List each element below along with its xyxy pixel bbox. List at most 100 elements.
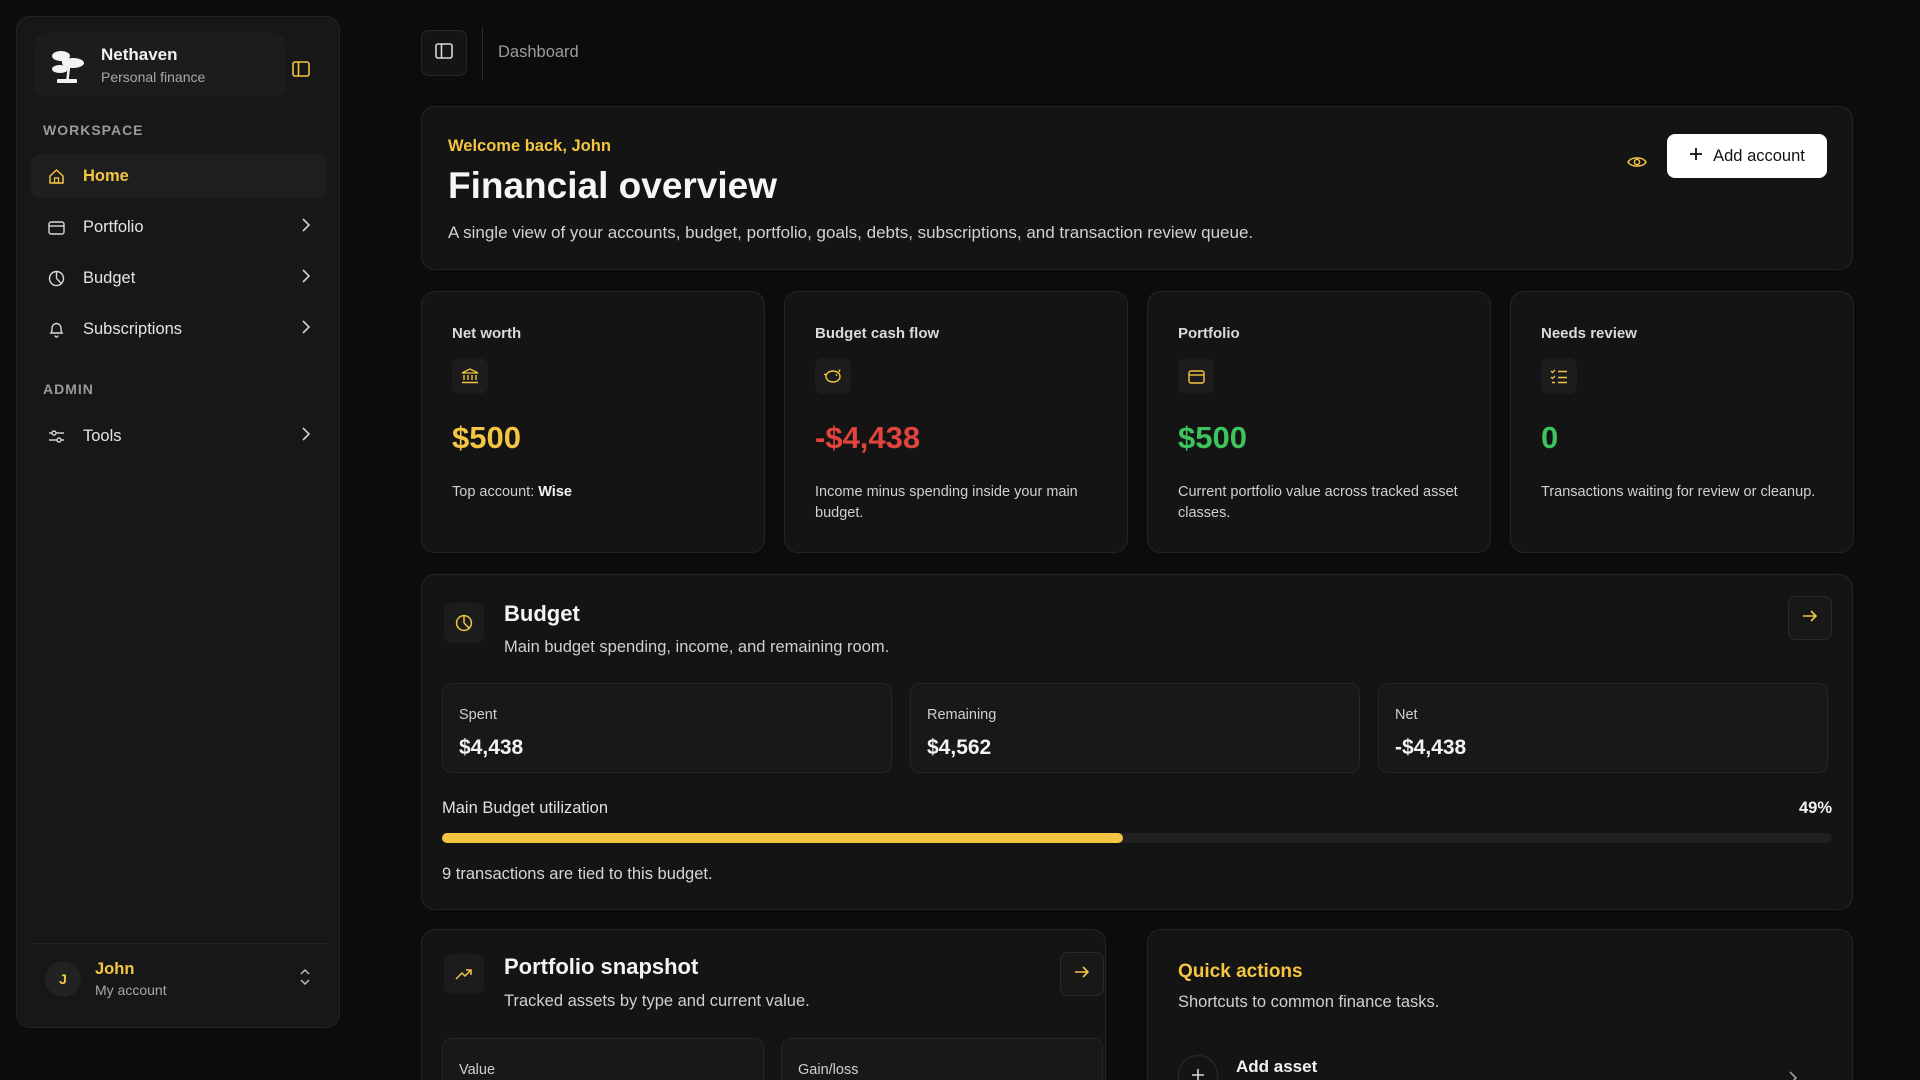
budget-spent-tile: Spent $4,438 — [442, 683, 892, 773]
net-label: Net — [1395, 707, 1418, 723]
quick-action-add-asset[interactable]: Add asset — [1178, 1030, 1828, 1080]
stat-card-portfolio: Portfolio $500 Current portfolio value a… — [1147, 291, 1491, 553]
remaining-value: $4,562 — [927, 736, 992, 759]
open-budget-button[interactable] — [1788, 596, 1832, 640]
chevron-right-icon — [1788, 1070, 1798, 1080]
sidebar-item-label: Portfolio — [83, 217, 144, 236]
add-account-label: Add account — [1713, 146, 1805, 165]
sidebar-item-label: Budget — [83, 268, 136, 287]
pie-chart-icon — [47, 269, 65, 287]
checklist-icon — [1541, 358, 1577, 394]
utilization-progress-bar — [442, 833, 1832, 843]
add-account-button[interactable]: Add account — [1667, 134, 1827, 178]
panel-left-icon — [435, 42, 453, 64]
topbar-divider — [482, 26, 483, 80]
chevron-right-icon — [301, 319, 311, 340]
breadcrumb[interactable]: Dashboard — [498, 43, 579, 62]
stat-card-needs-review: Needs review 0 Transactions waiting for … — [1510, 291, 1854, 553]
gain-loss-label: Gain/loss — [798, 1062, 859, 1078]
plus-icon — [1178, 1055, 1218, 1080]
plus-icon — [1689, 147, 1703, 166]
sidebar-item-portfolio[interactable]: Portfolio — [31, 205, 327, 249]
stat-value: -$4,438 — [815, 420, 921, 455]
sidebar-item-label: Tools — [83, 426, 122, 445]
app-root: Nethaven Personal finance WORKSPACE Home… — [0, 0, 1920, 1080]
page-title: Financial overview — [448, 165, 778, 206]
sidebar-item-home[interactable]: Home — [31, 154, 327, 198]
budget-title: Budget — [504, 601, 580, 626]
portfolio-snapshot-card: Portfolio snapshot Tracked assets by typ… — [421, 929, 1106, 1080]
sidebar-item-tools[interactable]: Tools — [31, 414, 327, 458]
budget-net-tile: Net -$4,438 — [1378, 683, 1828, 773]
page-description: A single view of your accounts, budget, … — [448, 223, 1254, 242]
bank-icon — [452, 358, 488, 394]
utilization-progress-fill — [442, 833, 1124, 843]
chevron-right-icon — [301, 217, 311, 238]
stat-description: Current portfolio value across tracked a… — [1178, 484, 1458, 521]
bell-icon — [47, 320, 65, 338]
avatar: J — [45, 960, 81, 997]
quick-actions-title: Quick actions — [1178, 961, 1303, 982]
sidebar-item-budget[interactable]: Budget — [31, 256, 327, 300]
sidebar-item-label: Subscriptions — [83, 319, 183, 338]
arrow-right-icon — [1802, 609, 1818, 628]
stat-label: Needs review — [1541, 325, 1637, 342]
spent-value: $4,438 — [459, 736, 524, 759]
wallet-icon — [1178, 358, 1214, 394]
portfolio-snapshot-description: Tracked assets by type and current value… — [504, 992, 810, 1010]
stat-value: $500 — [1178, 420, 1247, 455]
open-portfolio-button[interactable] — [1060, 952, 1104, 996]
budget-transactions-note: 9 transactions are tied to this budget. — [442, 865, 713, 883]
stat-value: 0 — [1541, 420, 1559, 455]
quick-actions-description: Shortcuts to common finance tasks. — [1178, 993, 1440, 1011]
sidebar: Nethaven Personal finance WORKSPACE Home… — [16, 16, 340, 1028]
brand-switcher[interactable]: Nethaven Personal finance — [35, 33, 285, 97]
stat-label: Budget cash flow — [815, 325, 940, 342]
welcome-text: Welcome back, John — [448, 137, 611, 155]
stat-label: Net worth — [452, 325, 522, 342]
chevron-right-icon — [301, 268, 311, 289]
brand-name: Nethaven — [101, 45, 178, 64]
portfolio-snapshot-title: Portfolio snapshot — [504, 954, 699, 979]
account-menu[interactable]: J John My account — [31, 943, 327, 1013]
spent-label: Spent — [459, 707, 497, 723]
utilization-percent: 49% — [1798, 799, 1832, 817]
sliders-icon — [47, 427, 65, 445]
quick-action-label: Add asset — [1236, 1057, 1318, 1076]
stat-description: Transactions waiting for review or clean… — [1541, 484, 1816, 500]
budget-card: Budget Main budget spending, income, and… — [421, 574, 1853, 910]
quick-actions-card: Quick actions Shortcuts to common financ… — [1147, 929, 1853, 1080]
stat-description: Income minus spending inside your main b… — [815, 484, 1078, 521]
bonsai-logo-icon — [47, 45, 87, 85]
remaining-label: Remaining — [927, 707, 997, 723]
sidebar-item-label: Home — [83, 166, 129, 185]
net-value: -$4,438 — [1395, 736, 1467, 759]
stat-description: Top account: Wise — [452, 484, 572, 500]
trending-up-icon — [444, 954, 484, 994]
user-subtitle: My account — [95, 981, 167, 998]
sidebar-collapse-icon[interactable] — [289, 57, 313, 81]
piggy-bank-icon — [815, 358, 851, 394]
eye-icon[interactable] — [1622, 147, 1652, 177]
wallet-icon — [47, 218, 65, 236]
arrow-right-icon — [1074, 965, 1090, 984]
section-label-admin: ADMIN — [43, 381, 94, 397]
pie-chart-icon — [444, 603, 484, 643]
chevron-right-icon — [301, 426, 311, 447]
portfolio-value-tile: Value — [442, 1038, 764, 1080]
overview-header-card: Welcome back, John Financial overview A … — [421, 106, 1853, 270]
sidebar-item-subscriptions[interactable]: Subscriptions — [31, 307, 327, 351]
utilization-label: Main Budget utilization — [442, 799, 609, 817]
sidebar-toggle-button[interactable] — [421, 30, 467, 76]
section-label-workspace: WORKSPACE — [43, 122, 144, 138]
stat-card-budget-cash-flow: Budget cash flow -$4,438 Income minus sp… — [784, 291, 1128, 553]
stat-value: $500 — [452, 420, 521, 455]
user-name: John — [95, 959, 135, 978]
portfolio-gain-tile: Gain/loss — [781, 1038, 1103, 1080]
stat-card-net-worth: Net worth $500 Top account: Wise — [421, 291, 765, 553]
home-icon — [47, 167, 65, 185]
value-label: Value — [459, 1062, 496, 1078]
budget-description: Main budget spending, income, and remain… — [504, 638, 890, 656]
budget-remaining-tile: Remaining $4,562 — [910, 683, 1360, 773]
brand-subtitle: Personal finance — [101, 69, 206, 85]
